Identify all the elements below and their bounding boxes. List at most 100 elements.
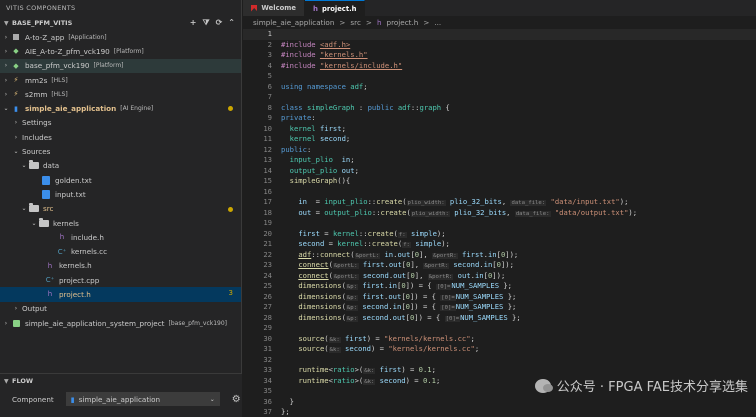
- code-editor[interactable]: 1 2 #include <adf.h> 3 #include "kernels.h…: [243, 29, 756, 417]
- code-line: 5: [267, 71, 272, 80]
- code-line: 25 dimensions(&p: first.in[0]) = { [0]=N…: [263, 281, 513, 290]
- header-file-icon: h: [47, 290, 53, 299]
- code-line: 30 source(&k: first) = "kernels/kernels.…: [263, 333, 475, 343]
- tree-item-settings[interactable]: › Settings: [0, 116, 241, 130]
- tree-item-tag: [AI Engine]: [120, 105, 154, 113]
- problem-count-badge: 3: [228, 289, 233, 298]
- chevron-right-icon: ›: [4, 47, 8, 55]
- tree-item-label: Includes: [22, 132, 52, 142]
- code-line: 27 dimensions(&p: second.in[0]) = { [0]=…: [263, 302, 517, 311]
- tree-item-includes[interactable]: › Includes: [0, 130, 241, 144]
- tree-item-sources[interactable]: ⌄ Sources: [0, 144, 241, 158]
- component-select[interactable]: ▮ simple_aie_application ⌄: [65, 392, 220, 406]
- code-line: 22 adf::connect(&portL: in.out[0], &port…: [263, 249, 519, 259]
- tree-item-label: A-to-Z_app: [25, 32, 65, 42]
- tree-item-input-txt[interactable]: input.txt: [0, 187, 241, 201]
- tree-item-kernels-cc[interactable]: C⁺ kernels.cc: [0, 244, 241, 258]
- breadcrumb-separator: >: [339, 18, 346, 27]
- chevron-down-icon: ⌄: [209, 395, 215, 403]
- tab-bar: Welcome h project.h: [243, 0, 756, 16]
- filter-icon[interactable]: ⧩: [202, 18, 209, 28]
- add-component-icon[interactable]: +: [190, 18, 197, 28]
- chevron-right-icon: ›: [4, 62, 8, 70]
- code-line: 12 public:: [263, 144, 312, 154]
- tree-item-tag: [Platform]: [113, 47, 144, 55]
- tree-item-label: include.h: [71, 232, 104, 242]
- system-project-icon: [10, 318, 22, 328]
- tree-item-data[interactable]: ⌄ data: [0, 159, 241, 173]
- tree-item-tag: [Application]: [68, 33, 107, 41]
- tree-item-a-to-z-app[interactable]: › A-to-Z_app [Application]: [0, 30, 241, 44]
- tree-item-golden-txt[interactable]: golden.txt: [0, 173, 241, 187]
- explorer-sidebar: VITIS COMPONENTS ▼ BASE_PFM_VITIS + ⧩ ⟳ …: [0, 0, 242, 417]
- tree-item-label: kernels.h: [59, 261, 92, 271]
- flow-header[interactable]: ▼ FLOW: [0, 374, 242, 388]
- code-line: 4 #include "kernels/include.h": [267, 60, 403, 70]
- code-line: 7: [267, 92, 272, 101]
- tree-item-label: src: [43, 204, 54, 214]
- tree-item-tag: [HLS]: [51, 90, 68, 98]
- code-line: 26 dimensions(&p: first.out[0]) = { [0]=…: [263, 291, 517, 301]
- ai-engine-icon: ▮: [14, 104, 18, 113]
- tab-project-h[interactable]: h project.h: [305, 0, 365, 16]
- tree-item-kernels-folder[interactable]: ⌄ kernels: [0, 216, 241, 230]
- code-line: 24 connect(&portL: second.out[0], &portR…: [263, 270, 506, 280]
- folder-icon: [28, 160, 40, 171]
- breadcrumb-item[interactable]: ...: [434, 18, 441, 27]
- tree-item-output[interactable]: › Output: [0, 302, 241, 316]
- chevron-down-icon: ⌄: [21, 162, 27, 170]
- tree-item-project-h[interactable]: h project.h 3: [0, 287, 241, 302]
- code-line: 21 second = kernel::create(f: simple);: [263, 239, 450, 248]
- app-icon: [10, 32, 22, 42]
- tree-item-tag: [Platform]: [93, 62, 124, 70]
- tree-item-s2mm[interactable]: › ⚡ s2mm [HLS]: [0, 87, 241, 101]
- amd-logo-icon: [251, 4, 258, 12]
- watermark: 公众号 · FPGA FAE技术分享选集: [534, 376, 748, 395]
- code-line: 6 using namespace adf;: [267, 81, 368, 91]
- tree-item-label: input.txt: [55, 189, 86, 199]
- tree-item-kernels-h[interactable]: h kernels.h: [0, 259, 241, 273]
- tree-item-mm2s[interactable]: › ⚡ mm2s [HLS]: [0, 73, 241, 87]
- header-file-icon: h: [47, 261, 53, 270]
- platform-icon: ◆: [13, 47, 19, 56]
- breadcrumb-item[interactable]: project.h: [387, 18, 419, 27]
- component-value: simple_aie_application: [78, 394, 161, 404]
- component-label: Component: [12, 394, 54, 404]
- chevron-right-icon: ›: [14, 119, 18, 127]
- refresh-icon[interactable]: ⟳: [216, 18, 223, 28]
- tree-item-project-cpp[interactable]: C⁺ project.cpp: [0, 273, 241, 287]
- tree-item-label: Settings: [22, 118, 52, 128]
- text-file-icon: [40, 189, 52, 199]
- tree-item-simple-aie-application[interactable]: ⌄ ▮ simple_aie_application [AI Engine]: [0, 101, 241, 115]
- breadcrumb-item[interactable]: src: [350, 18, 361, 27]
- breadcrumb-item[interactable]: simple_aie_application: [253, 18, 334, 27]
- platform-icon: ◆: [13, 61, 19, 70]
- tree-item-label: kernels: [53, 218, 79, 228]
- section-header[interactable]: ▼ BASE_PFM_VITIS + ⧩ ⟳ ⌃: [0, 16, 241, 30]
- tree-item-label: project.cpp: [59, 275, 100, 285]
- tab-label: project.h: [321, 4, 357, 13]
- tree-item-base-pfm[interactable]: › ◆ base_pfm_vck190 [Platform]: [0, 58, 241, 73]
- code-line: 1: [243, 29, 756, 40]
- code-line: 15 simpleGraph(){: [263, 176, 351, 185]
- code-line: 14 output_plio out;: [263, 165, 359, 175]
- code-line: 9 private:: [267, 113, 316, 122]
- code-line: 28 dimensions(&p: second.out[0]) = { [0]…: [263, 312, 521, 322]
- tree-item-aie-pfm[interactable]: › ◆ AIE_A-to-Z_pfm_vck190 [Platform]: [0, 44, 241, 58]
- tab-label: Welcome: [261, 4, 296, 12]
- hls-icon: ⚡: [13, 76, 19, 85]
- tab-welcome[interactable]: Welcome: [243, 0, 305, 16]
- gear-icon[interactable]: ⚙: [232, 394, 241, 405]
- tree-item-tag: [base_pfm_vck190]: [168, 319, 228, 327]
- code-line: 11 kernel second;: [263, 134, 351, 143]
- sidebar-title: VITIS COMPONENTS: [6, 4, 76, 12]
- tree-item-label: kernels.cc: [71, 247, 108, 257]
- tree-item-label: AIE_A-to-Z_pfm_vck190: [25, 46, 110, 56]
- tree-item-system-project[interactable]: › simple_aie_application_system_project …: [0, 316, 241, 330]
- code-line: 37};: [263, 407, 290, 416]
- tree-item-src[interactable]: ⌄ src: [0, 202, 241, 216]
- collapse-all-icon[interactable]: ⌃: [228, 18, 235, 28]
- breadcrumb-separator: >: [423, 18, 430, 27]
- tree-item-include-h[interactable]: h include.h: [0, 230, 241, 244]
- cpp-file-icon: C⁺: [45, 276, 55, 285]
